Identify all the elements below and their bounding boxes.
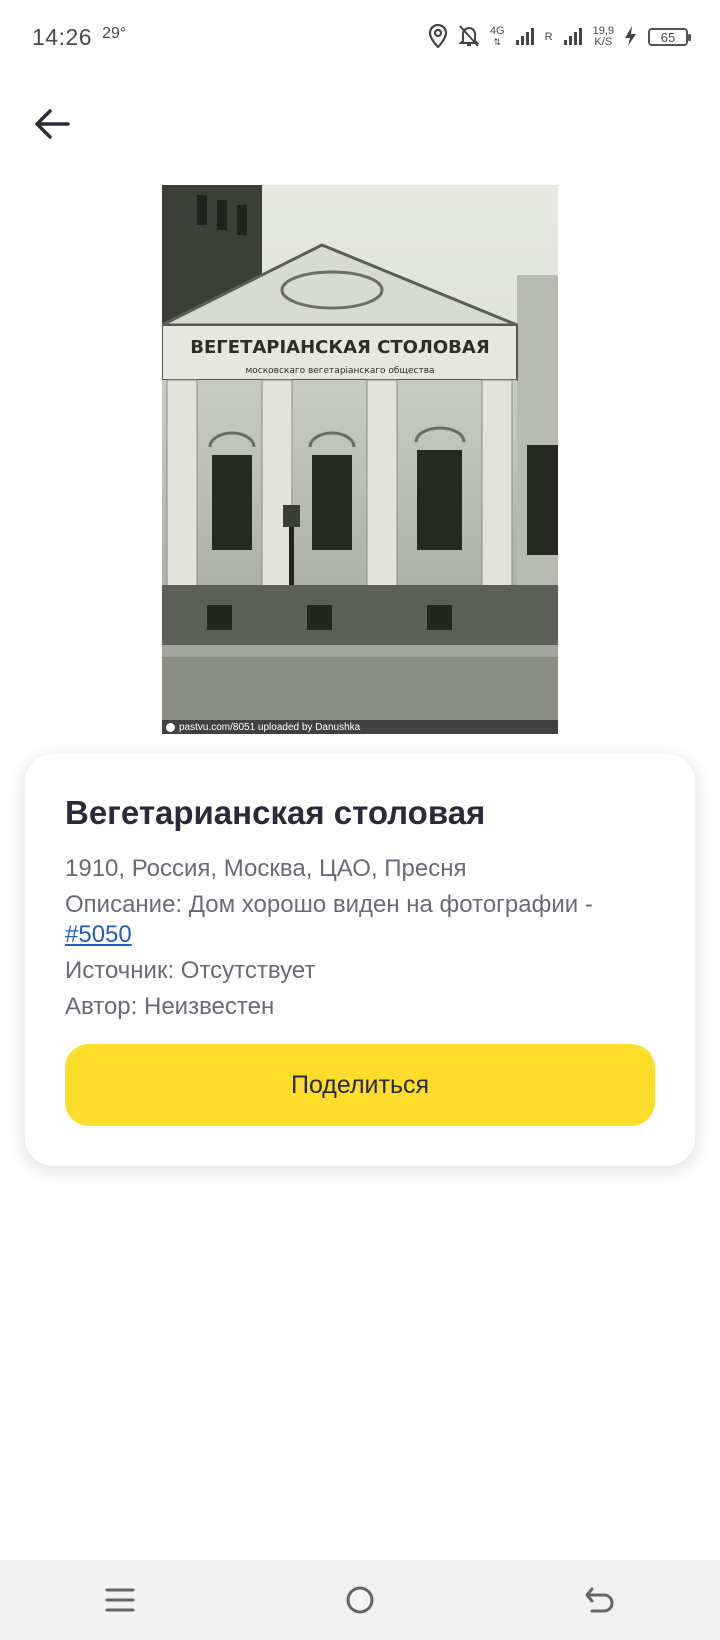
- photo-credit-text: pastvu.com/8051 uploaded by Danushka: [179, 721, 361, 733]
- back-icon: [585, 1587, 614, 1613]
- menu-icon: [105, 1588, 135, 1612]
- sign-sub-text: московскаго вегетаріанскаго общества: [245, 366, 434, 376]
- roaming-indicator: R: [544, 30, 553, 43]
- home-circle-icon: [346, 1586, 374, 1614]
- sign-main-text: ВЕГЕТАРІАНСКАЯ СТОЛОВАЯ: [190, 337, 489, 358]
- status-time: 14:26: [32, 23, 93, 50]
- mute-bell-icon: [458, 24, 480, 51]
- system-back-button[interactable]: [570, 1570, 630, 1630]
- status-right: 4G ⇅ R 19,9 K/S 65: [428, 23, 691, 51]
- network-type-label: 4G: [489, 25, 505, 37]
- photo-info-card: Вегетарианская столовая 1910, Россия, Мо…: [25, 754, 695, 1166]
- photo-meta: 1910, Россия, Москва, ЦАО, Пресня: [65, 855, 467, 882]
- photo-source: Источник: Отсутствует: [65, 957, 316, 984]
- photo-illustration: ВЕГЕТАРІАНСКАЯ СТОЛОВАЯ московскаго веге…: [162, 185, 558, 734]
- pastvu-logo-icon: [166, 722, 175, 732]
- signal-icon-2: [563, 26, 583, 49]
- back-button[interactable]: [28, 100, 76, 148]
- battery-level: 65: [660, 29, 676, 45]
- photo-credit: pastvu.com/8051 uploaded by Danushka: [162, 720, 558, 734]
- photo-description: Описание: Дом хорошо виден на фотографии…: [65, 890, 655, 950]
- speed-unit: K/S: [594, 36, 613, 48]
- network-speed: 19,9 K/S: [593, 26, 614, 48]
- location-icon: [428, 23, 448, 51]
- share-button[interactable]: Поделиться: [65, 1044, 655, 1126]
- status-left: 14:26 29°: [32, 24, 126, 51]
- description-link[interactable]: #5050: [65, 921, 132, 948]
- photo-author: Автор: Неизвестен: [65, 993, 275, 1020]
- home-button[interactable]: [330, 1570, 390, 1630]
- charging-icon: [624, 25, 638, 50]
- battery-icon: 65: [648, 28, 691, 46]
- system-nav-bar: [0, 1560, 720, 1640]
- status-bar: 14:26 29° 4G ⇅ R 19,9 K/S 65: [0, 0, 720, 74]
- roaming-label: R: [544, 30, 553, 43]
- description-text: Описание: Дом хорошо виден на фотографии…: [65, 891, 593, 918]
- menu-button[interactable]: [90, 1570, 150, 1630]
- historical-photo[interactable]: ВЕГЕТАРІАНСКАЯ СТОЛОВАЯ московскаго веге…: [162, 185, 558, 734]
- network-type: 4G ⇅: [490, 26, 505, 48]
- data-arrows-icon: ⇅: [493, 37, 502, 47]
- signal-icon: [515, 26, 535, 49]
- status-temperature: 29°: [102, 24, 127, 42]
- photo-title: Вегетарианская столовая: [65, 794, 486, 831]
- arrow-left-icon: [35, 109, 70, 139]
